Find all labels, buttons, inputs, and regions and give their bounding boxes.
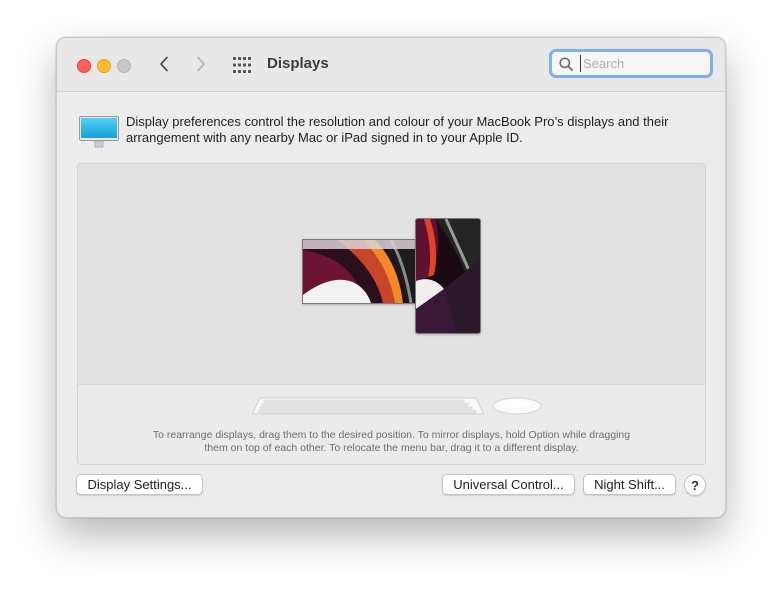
forward-button[interactable] xyxy=(191,54,211,74)
main-display-thumbnail[interactable] xyxy=(302,239,418,304)
window-title: Displays xyxy=(267,55,329,72)
night-shift-button[interactable]: Night Shift... xyxy=(583,474,676,495)
wallpaper-thumbnail xyxy=(416,219,480,333)
zoom-icon[interactable] xyxy=(117,59,131,73)
chevron-right-icon xyxy=(197,56,205,72)
monitor-icon xyxy=(79,116,119,148)
displays-window: Displays Display preferences control the… xyxy=(56,37,726,518)
display-arrangement-area[interactable]: To rearrange displays, drag them to the … xyxy=(77,163,706,465)
chevron-left-icon xyxy=(160,56,168,72)
title-bar: Displays xyxy=(57,38,725,92)
search-icon xyxy=(559,57,573,71)
secondary-display-thumbnail[interactable] xyxy=(415,218,481,334)
arrangement-hint: To rearrange displays, drag them to the … xyxy=(78,429,705,455)
back-button[interactable] xyxy=(154,54,174,74)
hint-line-2: them on top of each other. To relocate t… xyxy=(204,442,579,454)
hint-line-1: To rearrange displays, drag them to the … xyxy=(152,429,631,441)
universal-control-button[interactable]: Universal Control... xyxy=(442,474,575,495)
mouse-icon xyxy=(492,397,542,415)
minimize-icon[interactable] xyxy=(97,59,111,73)
search-field[interactable] xyxy=(549,49,713,78)
wallpaper-thumbnail xyxy=(303,240,417,303)
keyboard-icon xyxy=(251,397,485,415)
search-input[interactable] xyxy=(580,55,707,72)
display-settings-button[interactable]: Display Settings... xyxy=(76,474,203,495)
description-text: Display preferences control the resoluti… xyxy=(126,114,669,145)
menu-bar-indicator[interactable] xyxy=(303,240,417,249)
grid-icon[interactable] xyxy=(233,57,251,73)
close-icon[interactable] xyxy=(77,59,91,73)
help-button[interactable]: ? xyxy=(684,474,706,496)
